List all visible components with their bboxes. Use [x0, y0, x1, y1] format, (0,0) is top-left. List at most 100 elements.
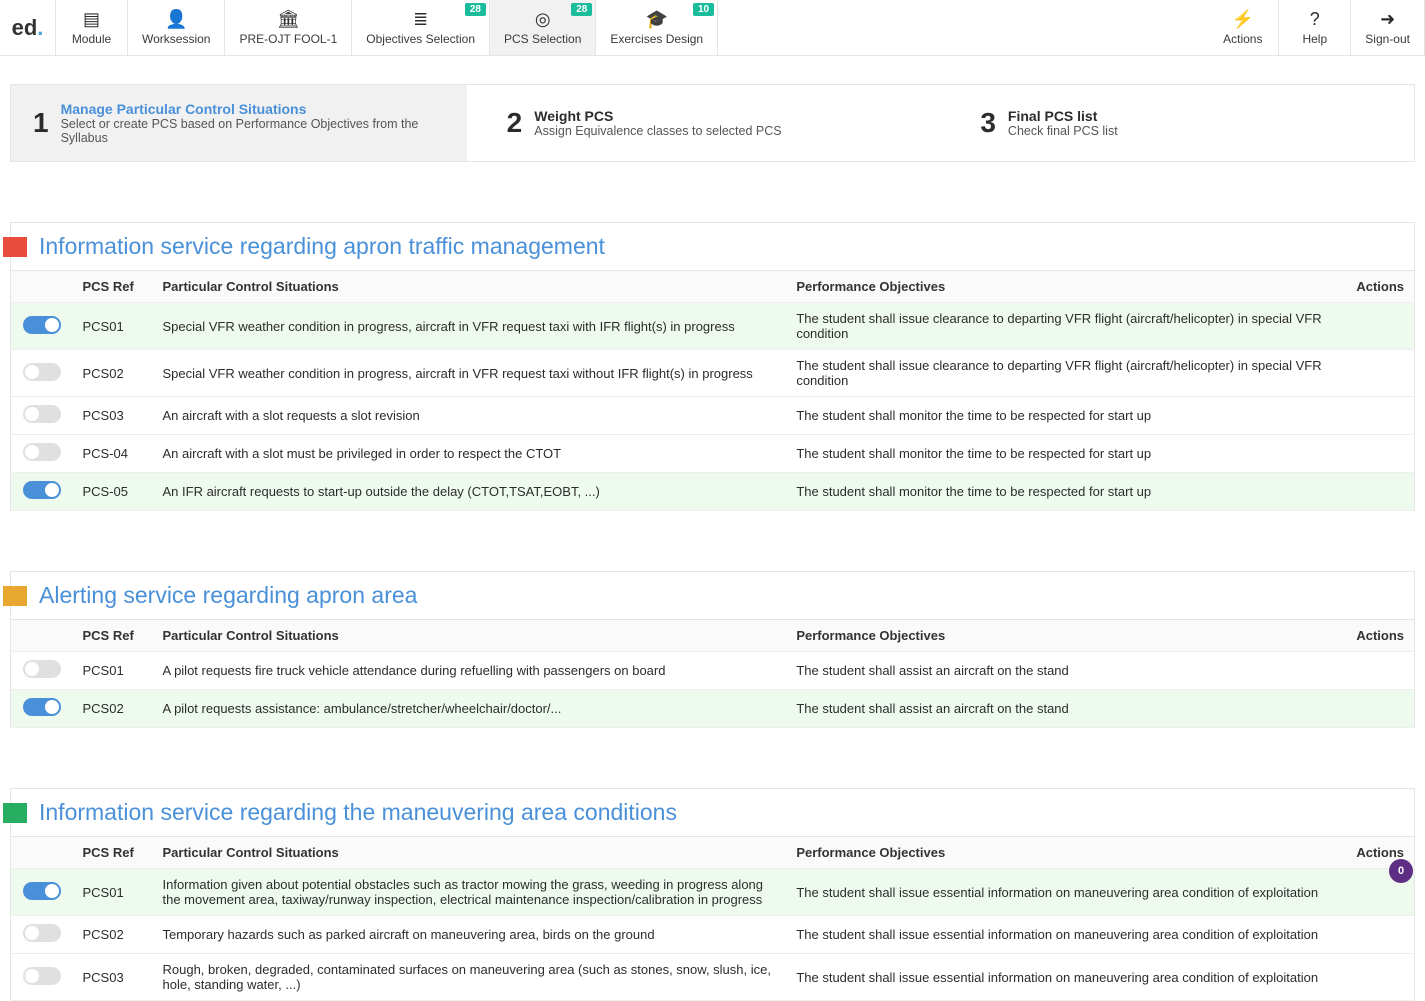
pcs-ref: PCS02: [73, 690, 153, 728]
nav-item-module[interactable]: ▤Module: [56, 0, 128, 55]
nav-item-sign-out[interactable]: ➜ Sign-out: [1351, 0, 1425, 55]
pcs-situation: Temporary hazards such as parked aircraf…: [153, 916, 787, 954]
nav-item-pcs-selection[interactable]: ◎PCS Selection28: [490, 0, 596, 55]
nav-item-help[interactable]: ?Help: [1279, 0, 1351, 55]
toggle-switch[interactable]: [23, 882, 61, 900]
pcs-actions[interactable]: [1346, 916, 1414, 954]
toggle-switch[interactable]: [23, 924, 61, 942]
pcs-objective: The student shall issue essential inform…: [786, 869, 1346, 916]
pcs-ref: PCS-05: [73, 473, 153, 511]
pcs-situation: Special VFR weather condition in progres…: [153, 303, 787, 350]
toggle-knob: [25, 407, 39, 421]
nav-item-pre-ojt-fool-1[interactable]: 🏛PRE-OJT FOOL-1: [225, 0, 352, 55]
nav-label: Actions: [1223, 32, 1262, 46]
toggle-knob: [45, 884, 59, 898]
column-header: [11, 620, 73, 652]
toggle-knob: [45, 483, 59, 497]
nav-badge: 28: [465, 3, 486, 16]
section-flag-icon: [3, 237, 27, 257]
step-title: Final PCS list: [1008, 108, 1118, 124]
notification-bubble[interactable]: 0: [1389, 859, 1413, 883]
section-flag-icon: [3, 803, 27, 823]
brand-dot: .: [37, 15, 43, 41]
pcs-actions[interactable]: [1346, 473, 1414, 511]
pcs-objective: The student shall monitor the time to be…: [786, 397, 1346, 435]
pcs-objective: The student shall assist an aircraft on …: [786, 690, 1346, 728]
pcs-ref: PCS03: [73, 397, 153, 435]
column-header: Actions: [1346, 271, 1414, 303]
pcs-actions[interactable]: [1346, 652, 1414, 690]
pcs-ref: PCS01: [73, 869, 153, 916]
toggle-knob: [25, 926, 39, 940]
column-header: Performance Objectives: [786, 837, 1346, 869]
nav-item-actions[interactable]: ⚡Actions: [1207, 0, 1279, 55]
nav-item-worksession[interactable]: 👤Worksession: [128, 0, 225, 55]
nav-badge: 10: [693, 3, 714, 16]
nav-label: PCS Selection: [504, 32, 581, 46]
step-2[interactable]: 2Weight PCSAssign Equivalence classes to…: [467, 85, 941, 161]
pcs-situation: An aircraft with a slot requests a slot …: [153, 397, 787, 435]
column-header: PCS Ref: [73, 837, 153, 869]
toggle-switch[interactable]: [23, 481, 61, 499]
toggle-switch[interactable]: [23, 316, 61, 334]
section-title: Information service regarding the maneuv…: [39, 799, 677, 826]
pcs-actions[interactable]: [1346, 350, 1414, 397]
step-subtitle: Assign Equivalence classes to selected P…: [534, 124, 781, 138]
section: Alerting service regarding apron area PCS…: [10, 571, 1415, 728]
pcs-actions[interactable]: [1346, 690, 1414, 728]
column-header: [11, 837, 73, 869]
pcs-objective: The student shall issue clearance to dep…: [786, 350, 1346, 397]
toggle-switch[interactable]: [23, 660, 61, 678]
book-icon: ▤: [83, 10, 100, 28]
pcs-actions[interactable]: [1346, 397, 1414, 435]
section-title: Alerting service regarding apron area: [39, 582, 417, 609]
step-subtitle: Select or create PCS based on Performanc…: [61, 117, 445, 145]
section: Information service regarding apron traf…: [10, 222, 1415, 511]
pcs-situation: A pilot requests fire truck vehicle atte…: [153, 652, 787, 690]
pcs-actions[interactable]: [1346, 435, 1414, 473]
pcs-ref: PCS02: [73, 916, 153, 954]
notification-count: 0: [1398, 865, 1404, 877]
pcs-situation: Special VFR weather condition in progres…: [153, 350, 787, 397]
step-subtitle: Check final PCS list: [1008, 124, 1118, 138]
bank-icon: 🏛: [277, 10, 300, 28]
step-text: Final PCS listCheck final PCS list: [1008, 108, 1118, 138]
table-row: PCS03An aircraft with a slot requests a …: [11, 397, 1415, 435]
nav-item-exercises-design[interactable]: 🎓Exercises Design10: [596, 0, 718, 55]
toggle-switch[interactable]: [23, 698, 61, 716]
pcs-table: PCS RefParticular Control SituationsPerf…: [10, 619, 1415, 728]
pcs-objective: The student shall issue essential inform…: [786, 916, 1346, 954]
target-icon: ◎: [535, 10, 551, 28]
signout-icon: ➜: [1380, 10, 1395, 28]
table-row: PCS-05An IFR aircraft requests to start-…: [11, 473, 1415, 511]
section-flag-icon: [3, 586, 27, 606]
pcs-ref: PCS01: [73, 652, 153, 690]
toggle-knob: [45, 700, 59, 714]
nav-item-objectives-selection[interactable]: ≣Objectives Selection28: [352, 0, 490, 55]
nav-label: Sign-out: [1365, 32, 1410, 46]
column-header: PCS Ref: [73, 271, 153, 303]
table-row: PCS01Information given about potential o…: [11, 869, 1415, 916]
pcs-situation: An aircraft with a slot must be privileg…: [153, 435, 787, 473]
toggle-switch[interactable]: [23, 405, 61, 423]
brand-text: ed: [12, 15, 38, 41]
toggle-knob: [25, 969, 39, 983]
nav-label: Worksession: [142, 32, 210, 46]
toggle-switch[interactable]: [23, 967, 61, 985]
pcs-actions[interactable]: [1346, 954, 1414, 1001]
pcs-table: PCS RefParticular Control SituationsPerf…: [10, 270, 1415, 511]
toggle-switch[interactable]: [23, 443, 61, 461]
pcs-situation: An IFR aircraft requests to start-up out…: [153, 473, 787, 511]
step-1[interactable]: 1Manage Particular Control SituationsSel…: [11, 85, 467, 161]
pcs-objective: The student shall issue clearance to dep…: [786, 303, 1346, 350]
pcs-ref: PCS03: [73, 954, 153, 1001]
pcs-situation: Information given about potential obstac…: [153, 869, 787, 916]
brand-logo: ed.: [0, 0, 56, 55]
step-3[interactable]: 3Final PCS listCheck final PCS list: [940, 85, 1414, 161]
table-row: PCS01A pilot requests fire truck vehicle…: [11, 652, 1415, 690]
step-number: 1: [33, 107, 49, 139]
pcs-actions[interactable]: [1346, 303, 1414, 350]
pcs-objective: The student shall assist an aircraft on …: [786, 652, 1346, 690]
nav-label: Help: [1302, 32, 1327, 46]
toggle-switch[interactable]: [23, 363, 61, 381]
